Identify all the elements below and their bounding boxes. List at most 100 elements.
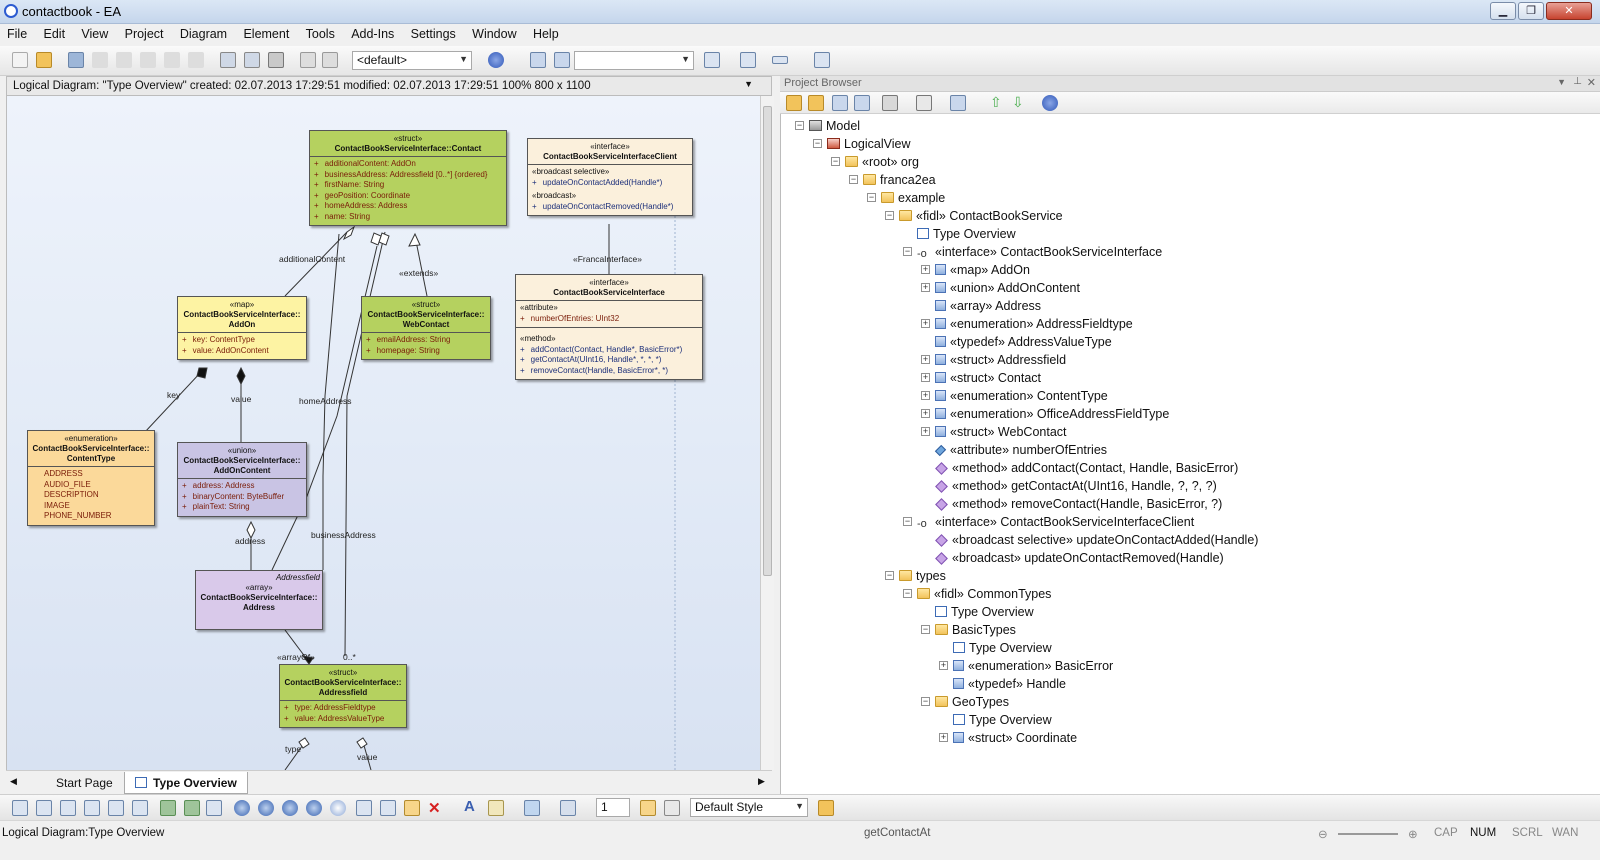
line-color-icon[interactable]	[560, 800, 576, 816]
align-left-icon[interactable]	[12, 800, 28, 816]
class-contenttype[interactable]: «enumeration» ContactBookServiceInterface…	[27, 430, 155, 526]
tree-node[interactable]: «union» AddOnContent	[935, 279, 1080, 297]
text-color-icon[interactable]	[488, 800, 504, 816]
delete-icon[interactable]: ✕	[428, 799, 441, 817]
collapse-icon[interactable]: −	[867, 193, 876, 202]
tree-node[interactable]: «enumeration» AddressFieldtype	[935, 315, 1133, 333]
find-icon[interactable]	[882, 95, 898, 111]
tree-node[interactable]: example	[881, 189, 945, 207]
open-folder-icon[interactable]	[36, 52, 52, 68]
tree-node[interactable]: LogicalView	[827, 135, 910, 153]
tree-node[interactable]: «method» removeContact(Handle, BasicErro…	[935, 495, 1222, 513]
scroll-right-icon[interactable]: ▶	[758, 776, 765, 787]
help-icon[interactable]	[1042, 95, 1058, 111]
tree-node[interactable]: -o «interface» ContactBookServiceInterfac…	[917, 243, 1162, 261]
collapse-icon[interactable]: −	[921, 625, 930, 634]
menu-edit[interactable]: Edit	[37, 24, 72, 41]
window-layout-icon[interactable]	[704, 52, 720, 68]
tree-node[interactable]: «fidl» CommonTypes	[917, 585, 1051, 603]
tree-node[interactable]: Type Overview	[935, 603, 1034, 621]
tree-node[interactable]: BasicTypes	[935, 621, 1016, 639]
expand-icon[interactable]: +	[921, 373, 930, 382]
help-icon[interactable]	[488, 52, 504, 68]
line-width-spinner[interactable]: 1	[596, 798, 630, 817]
zoom-in-icon[interactable]: ⊕	[1408, 827, 1418, 841]
layout-diagram-icon[interactable]	[356, 800, 372, 816]
toolbar-strip-icon[interactable]	[772, 56, 788, 64]
tree-node[interactable]: franca2ea	[863, 171, 936, 189]
forward-icon[interactable]	[184, 800, 200, 816]
collapse-icon[interactable]: −	[885, 571, 894, 580]
expand-icon[interactable]: +	[921, 265, 930, 274]
tree-node[interactable]: GeoTypes	[935, 693, 1009, 711]
zoom-100-icon[interactable]	[282, 800, 298, 816]
tree-node[interactable]: «root» org	[845, 153, 919, 171]
fill-color-icon[interactable]	[524, 800, 540, 816]
same-size-icon[interactable]	[108, 800, 124, 816]
expand-icon[interactable]: +	[921, 283, 930, 292]
image-icon[interactable]	[380, 800, 396, 816]
tree-node[interactable]: Type Overview	[917, 225, 1016, 243]
collapse-icon[interactable]: −	[903, 247, 912, 256]
collapse-icon[interactable]: −	[903, 517, 912, 526]
scroll-left-icon[interactable]: ◀	[10, 776, 17, 787]
fullscreen-icon[interactable]	[814, 52, 830, 68]
collapse-icon[interactable]: −	[921, 697, 930, 706]
same-width-icon[interactable]	[132, 800, 148, 816]
tree-node[interactable]: Model	[809, 117, 860, 135]
copy-icon[interactable]	[116, 52, 132, 68]
tree-node[interactable]: Type Overview	[953, 639, 1052, 657]
align-center-icon[interactable]	[36, 800, 52, 816]
class-address[interactable]: Addressfield «array» ContactBookServiceI…	[195, 570, 323, 630]
new-project-icon[interactable]	[12, 52, 28, 68]
arrow-up-icon[interactable]: ⇧	[990, 94, 1002, 111]
class-addoncontent[interactable]: «union» ContactBookServiceInterface:: AddO…	[177, 442, 307, 517]
new-element-icon[interactable]	[854, 95, 870, 111]
maximize-button[interactable]: ❐	[1518, 2, 1544, 20]
close-icon[interactable]: ✕	[1587, 76, 1596, 89]
chevron-down-icon[interactable]: ▼	[1557, 77, 1566, 87]
tree-node[interactable]: «enumeration» BasicError	[953, 657, 1113, 675]
tree-node[interactable]: Type Overview	[953, 711, 1052, 729]
class-addressfield[interactable]: «struct» ContactBookServiceInterface:: Add…	[279, 664, 407, 728]
tree-node[interactable]: -o «interface» ContactBookServiceInterfac…	[917, 513, 1194, 531]
tree-node[interactable]: «enumeration» ContentType	[935, 387, 1108, 405]
pin-icon[interactable]: ⊥	[1573, 76, 1582, 87]
class-addon[interactable]: «map» ContactBookServiceInterface:: AddOn …	[177, 296, 307, 360]
tree-node[interactable]: «array» Address	[935, 297, 1041, 315]
expand-icon[interactable]: +	[921, 391, 930, 400]
eyedropper-icon[interactable]	[664, 800, 680, 816]
find-icon[interactable]	[322, 52, 338, 68]
zoom-slider[interactable]	[1338, 833, 1398, 835]
tree-node[interactable]: «fidl» ContactBookService	[899, 207, 1063, 225]
redo-icon[interactable]	[188, 52, 204, 68]
tree-node[interactable]: «struct» Contact	[935, 369, 1041, 387]
layout-icon[interactable]	[554, 52, 570, 68]
page-setup-icon[interactable]	[244, 52, 260, 68]
save-icon[interactable]	[68, 52, 84, 68]
zoom-out-icon[interactable]: ⊖	[1318, 827, 1328, 841]
format-painter-icon[interactable]	[640, 800, 656, 816]
chevron-down-icon[interactable]: ▼	[744, 79, 753, 89]
menu-view[interactable]: View	[74, 24, 114, 41]
tree-node[interactable]: «enumeration» OfficeAddressFieldType	[935, 405, 1169, 423]
expand-icon[interactable]: +	[921, 355, 930, 364]
settings-icon[interactable]	[950, 95, 966, 111]
menu-project[interactable]: Project	[118, 24, 170, 41]
zoom-out-icon[interactable]	[258, 800, 274, 816]
collapse-icon[interactable]: −	[903, 589, 912, 598]
menu-window[interactable]: Window	[465, 24, 522, 41]
tree-node[interactable]: «broadcast» updateOnContactRemoved(Handl…	[935, 549, 1224, 567]
expand-icon[interactable]: +	[939, 661, 948, 670]
expand-icon[interactable]: +	[921, 427, 930, 436]
tree-node[interactable]: types	[899, 567, 946, 585]
tab-type-overview[interactable]: Type Overview	[124, 772, 248, 794]
cut-icon[interactable]	[92, 52, 108, 68]
collapse-icon[interactable]: −	[849, 175, 858, 184]
menu-tools[interactable]: Tools	[299, 24, 341, 41]
print-icon[interactable]	[268, 52, 284, 68]
tree-node[interactable]: «struct» Addressfield	[935, 351, 1066, 369]
print-preview-icon[interactable]	[220, 52, 236, 68]
menu-element[interactable]: Element	[236, 24, 295, 41]
tree-node[interactable]: «broadcast selective» updateOnContactAdd…	[935, 531, 1258, 549]
